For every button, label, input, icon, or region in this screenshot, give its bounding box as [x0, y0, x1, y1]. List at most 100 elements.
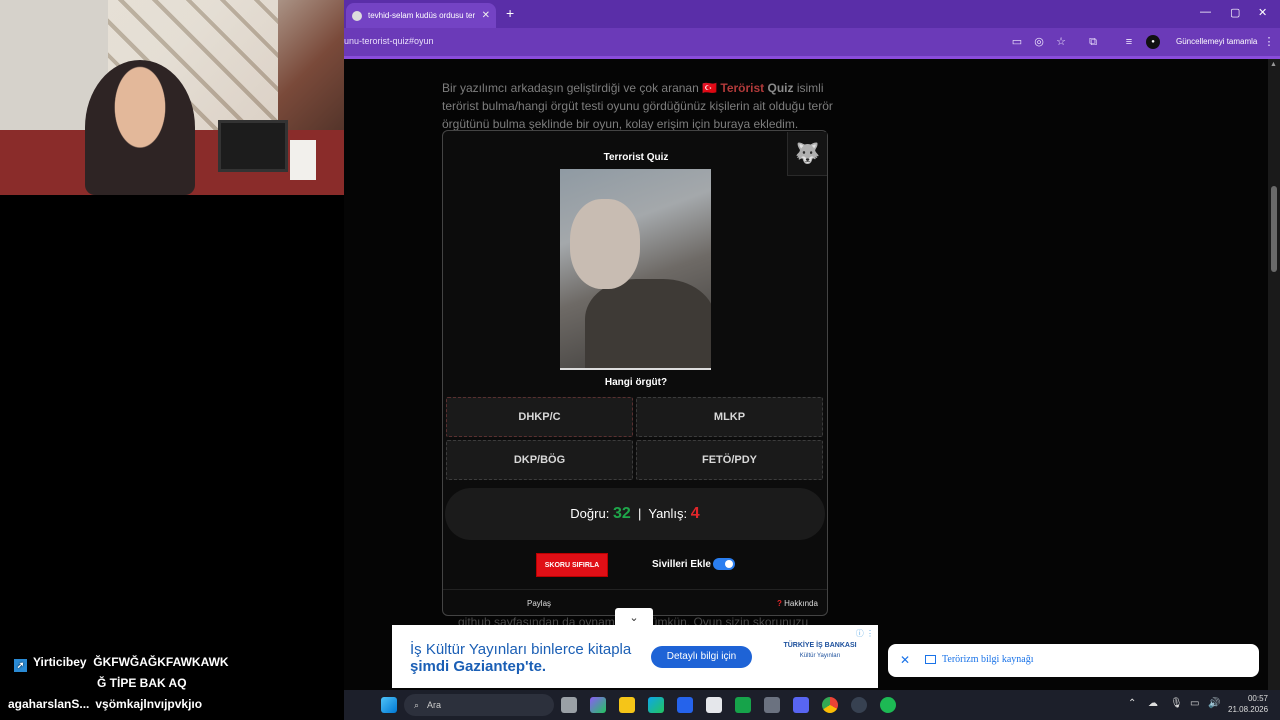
info-card-icon: [925, 655, 936, 664]
chrome-icon[interactable]: [822, 697, 838, 713]
extensions-icon[interactable]: ⧉: [1086, 35, 1100, 49]
globe-icon: [352, 10, 362, 21]
taskbar-clock[interactable]: 00:57 21.08.2026: [1228, 693, 1268, 715]
clock-time: 00:57: [1247, 694, 1268, 703]
option-button-3[interactable]: DKP/BÖG: [446, 440, 633, 480]
discord-icon[interactable]: [793, 697, 809, 713]
search-label: Ara: [427, 700, 442, 710]
intro-paragraph: Bir yazılımcı arkadaşın geliştirdiği ve …: [442, 79, 834, 133]
steam-icon[interactable]: [764, 697, 780, 713]
taskbar-search[interactable]: ⌕ Ara: [404, 694, 554, 716]
arrow-badge-icon: ➚: [14, 659, 27, 672]
screen: tevhid-selam kudüs ordusu ter ✕ + — ▢ ✕ …: [0, 0, 1280, 720]
obs-icon[interactable]: [851, 697, 867, 713]
ad-brand: TÜRKİYE İŞ BANKASI: [783, 642, 857, 649]
option-button-1[interactable]: DHKP/C: [446, 397, 633, 437]
network-icon[interactable]: ▭: [1190, 698, 1199, 709]
install-icon[interactable]: ▭: [1010, 35, 1024, 49]
notification-toast[interactable]: ✕ Terörizm bilgi kaynağı: [888, 644, 1259, 677]
webcam-book: [290, 140, 316, 180]
profile-avatar[interactable]: ●: [1146, 35, 1160, 49]
about-link[interactable]: ? Hakkında: [777, 599, 818, 608]
intro-link-terorist[interactable]: 🇹🇷 Terörist: [702, 81, 764, 95]
cloud-icon[interactable]: ☁: [1148, 698, 1158, 709]
quiz-question: Hangi örgüt?: [604, 377, 668, 388]
update-button[interactable]: Güncellemeyi tamamla: [1170, 33, 1263, 51]
ad-brand-sub: Kültür Yayınları: [799, 653, 841, 659]
windows-start-icon[interactable]: [381, 697, 397, 713]
browser-tabbar: tevhid-selam kudüs ordusu ter ✕ + — ▢ ✕: [344, 0, 1280, 28]
eye-off-icon[interactable]: ◎: [1032, 35, 1046, 49]
webcam-overlay: [0, 0, 344, 195]
media-icon[interactable]: ≡: [1122, 35, 1136, 49]
search-icon: ⌕: [414, 700, 420, 710]
spotify-icon[interactable]: [880, 697, 896, 713]
about-label: Hakkında: [784, 599, 818, 608]
copilot-icon[interactable]: [590, 697, 606, 713]
option-button-4[interactable]: FETÖ/PDY: [636, 440, 823, 480]
ad-cta-button[interactable]: Detaylı bilgi için: [651, 646, 752, 668]
question-mark-icon: ?: [777, 599, 782, 608]
quiz-card: Terrorist Quiz 🐺 Hangi örgüt? DHKP/C MLK…: [442, 130, 828, 616]
reset-score-button[interactable]: SKORU SIFIRLA: [536, 553, 608, 577]
isbank-logo: TÜRKİYE İŞ BANKASI Kültür Yayınları: [780, 641, 860, 661]
outlook-icon[interactable]: [677, 697, 693, 713]
menu-icon[interactable]: ⋮: [1262, 35, 1276, 49]
intro-text-before: Bir yazılımcı arkadaşın geliştirdiği ve …: [442, 81, 703, 95]
photo-body: [585, 279, 711, 368]
close-icon[interactable]: ✕: [900, 653, 910, 667]
ad-line-1: İş Kültür Yayınları binlerce kitapla: [410, 641, 632, 658]
clock-date: 21.08.2026: [1228, 705, 1269, 714]
restore-button[interactable]: ▢: [1230, 6, 1240, 19]
chevron-up-icon[interactable]: ⌃: [1128, 698, 1136, 709]
chat-user-1: Yirticibey: [33, 655, 87, 669]
browser-addressbar: unu-terorist-quiz#oyun ▭ ◎ ☆ ⧉ ≡ ● Günce…: [344, 28, 1280, 56]
tab-title: tevhid-selam kudüs ordusu ter: [368, 11, 476, 20]
minimize-button[interactable]: —: [1200, 6, 1211, 18]
chat-message-1: ➚ Yirticibey ĞKFWĞAĞKFAWKAWK: [14, 655, 229, 672]
store-icon[interactable]: [706, 697, 722, 713]
star-icon[interactable]: ☆: [1054, 35, 1068, 49]
chat-user-2: agaharslanS...: [8, 697, 90, 711]
task-view-icon[interactable]: [561, 697, 577, 713]
url-field[interactable]: unu-terorist-quiz#oyun: [344, 36, 434, 46]
chat-msg-1-line-2: Ğ TİPE BAK AQ: [97, 676, 187, 690]
chat-message-2: agaharslanS... vşömkajlnvıjpvkjıo: [8, 697, 202, 711]
intro-quiz-word: Quiz: [764, 81, 794, 95]
suspect-photo: [560, 169, 711, 370]
quiz-title: Terrorist Quiz: [603, 152, 669, 163]
add-civilians-toggle[interactable]: [713, 558, 735, 570]
score-panel: Doğru: 32 | Yanlış: 4: [445, 488, 825, 540]
correct-count: 32: [612, 505, 631, 522]
scroll-up-icon[interactable]: ▲: [1270, 61, 1277, 68]
wolf-icon[interactable]: 🐺: [787, 132, 827, 176]
file-explorer-icon[interactable]: [619, 697, 635, 713]
ad-banner[interactable]: ⓘ ⋮ İş Kültür Yayınları binlerce kitapla…: [392, 625, 878, 688]
ad-info-icon[interactable]: ⓘ ⋮: [856, 628, 874, 639]
chat-msg-2: vşömkajlnvıjpvkjıo: [95, 697, 203, 711]
xbox-icon[interactable]: [735, 697, 751, 713]
microphone-icon[interactable]: 🎙: [1170, 698, 1183, 709]
share-link[interactable]: Paylaş: [527, 599, 551, 608]
ad-line-2: şimdi Gaziantep'te.: [410, 658, 547, 675]
close-tab-icon[interactable]: ✕: [482, 10, 490, 21]
page-scrollbar[interactable]: ▲: [1268, 59, 1280, 695]
webcam-streamer: [85, 60, 195, 195]
add-civilians-label: Sivilleri Ekle: [652, 559, 711, 570]
wrong-label: Yanlış:: [648, 506, 688, 521]
close-window-button[interactable]: ✕: [1258, 6, 1267, 19]
windows-taskbar: ⌕ Ara ⌃ ☁ 🎙 ▭ 🔊 00:57 21.08.2026: [344, 690, 1280, 720]
edge-icon[interactable]: [648, 697, 664, 713]
wrong-count: 4: [690, 505, 700, 522]
browser-tab[interactable]: tevhid-selam kudüs ordusu ter ✕: [346, 3, 496, 28]
score-separator: |: [637, 506, 642, 521]
option-button-2[interactable]: MLKP: [636, 397, 823, 437]
new-tab-button[interactable]: +: [506, 5, 514, 21]
notification-text: Terörizm bilgi kaynağı: [942, 654, 1034, 665]
volume-icon[interactable]: 🔊: [1208, 698, 1220, 709]
correct-label: Doğru:: [570, 506, 610, 521]
photo-head: [570, 199, 640, 289]
chat-msg-1-line-1: ĞKFWĞAĞKFAWKAWK: [93, 655, 229, 669]
webcam-monitor: [218, 120, 288, 172]
scrollbar-thumb[interactable]: [1271, 186, 1277, 272]
